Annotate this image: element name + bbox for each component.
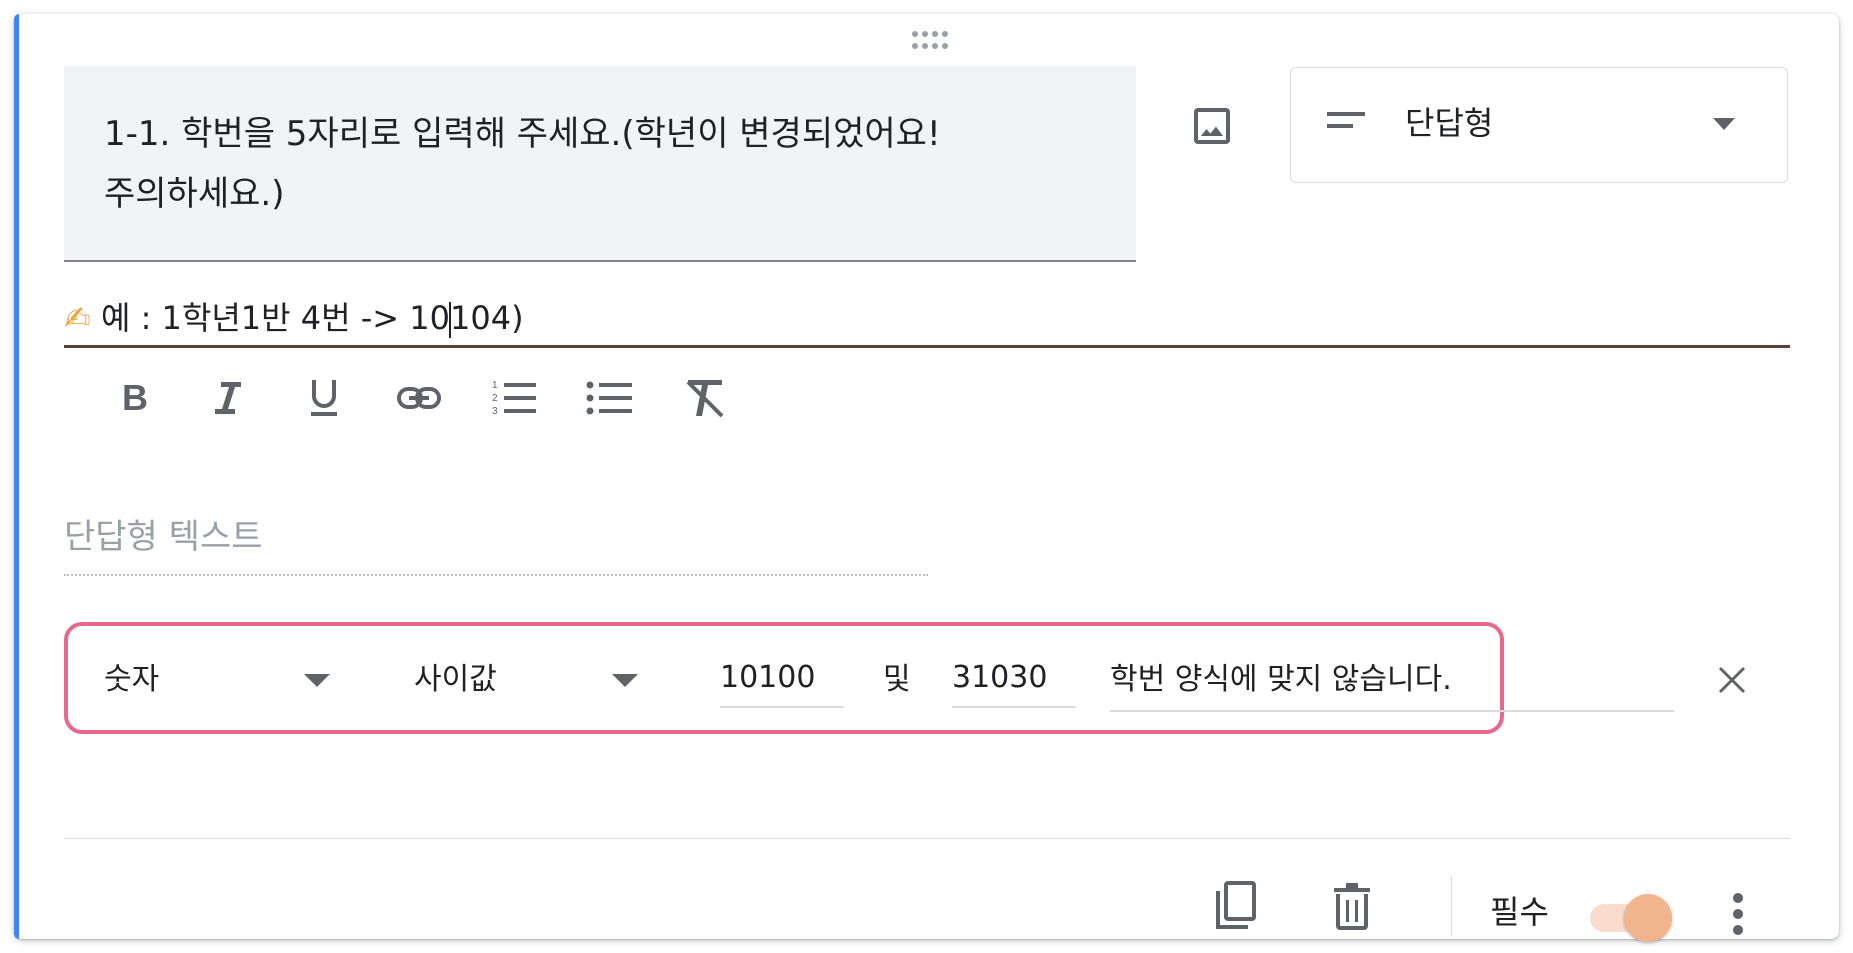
question-title-line-1: 1-1. 학번을 5자리로 입력해 주세요.(학년이 변경되었어요!	[104, 114, 941, 154]
caret-down-icon	[612, 674, 638, 687]
description-text-before-caret: 예 : 1학년1반 4번 -> 10	[100, 299, 450, 337]
validation-and-label: 및	[883, 662, 911, 697]
required-label: 필수	[1490, 893, 1549, 931]
svg-text:B: B	[122, 380, 148, 416]
caret-down-icon	[304, 674, 330, 687]
numbered-list-icon: 1 2 3	[492, 380, 536, 417]
link-icon	[396, 387, 441, 409]
italic-button[interactable]	[181, 368, 276, 428]
validation-min-input[interactable]: 10100	[720, 656, 844, 708]
validation-error-text-input[interactable]: 학번 양식에 맞지 않습니다.	[1110, 652, 1674, 712]
italic-icon	[214, 382, 241, 414]
question-type-label: 단답형	[1405, 104, 1494, 142]
bold-icon: B	[122, 380, 148, 416]
toggle-thumb	[1624, 894, 1672, 942]
drag-handle-icon[interactable]	[909, 28, 949, 52]
duplicate-button[interactable]	[1206, 876, 1266, 936]
bulleted-list-button[interactable]	[561, 368, 656, 428]
svg-text:1: 1	[492, 380, 498, 391]
close-icon	[1718, 666, 1746, 694]
question-title: 1-1. 학번을 5자리로 입력해 주세요.(학년이 변경되었어요! 주의하세요…	[104, 104, 1104, 224]
short-answer-placeholder: 단답형 텍스트	[64, 512, 928, 576]
question-title-line-2: 주의하세요.)	[104, 174, 285, 214]
writing-hand-emoji: ✍	[64, 299, 91, 337]
more-vert-icon	[1733, 893, 1743, 935]
validation-condition-dropdown[interactable]: 사이값	[414, 626, 654, 730]
bulleted-list-icon	[586, 381, 632, 415]
required-toggle[interactable]	[1588, 890, 1678, 942]
footer-divider	[64, 838, 1790, 839]
bold-button[interactable]: B	[86, 368, 181, 428]
svg-text:3: 3	[492, 406, 498, 417]
svg-text:2: 2	[492, 393, 498, 404]
remove-validation-button[interactable]	[1712, 660, 1752, 700]
underline-button[interactable]	[276, 368, 371, 428]
question-title-field[interactable]: 1-1. 학번을 5자리로 입력해 주세요.(학년이 변경되었어요! 주의하세요…	[64, 66, 1136, 262]
page: 1-1. 학번을 5자리로 입력해 주세요.(학년이 변경되었어요! 주의하세요…	[0, 0, 1853, 953]
format-toolbar: B 1 2 3	[86, 368, 751, 428]
clear-format-button[interactable]	[656, 368, 751, 428]
add-image-button[interactable]	[1182, 96, 1242, 156]
clear-format-icon	[686, 380, 723, 418]
short-answer-icon	[1327, 112, 1365, 128]
validation-max-input[interactable]: 31030	[952, 656, 1076, 708]
underline-icon	[310, 380, 337, 416]
trash-icon	[1334, 883, 1370, 930]
validation-condition-label: 사이값	[414, 662, 497, 697]
footer-vertical-divider	[1451, 876, 1452, 936]
more-options-button[interactable]	[1720, 886, 1756, 942]
caret-down-icon	[1713, 118, 1735, 130]
description-field[interactable]: ✍ 예 : 1학년1반 4번 -> 10104)	[64, 292, 1790, 348]
description-text-after-caret: 104)	[449, 299, 524, 337]
active-accent-bar	[14, 14, 19, 939]
question-type-dropdown[interactable]: 단답형	[1290, 67, 1788, 183]
numbered-list-button[interactable]: 1 2 3	[466, 368, 561, 428]
link-button[interactable]	[371, 368, 466, 428]
duplicate-icon	[1216, 881, 1256, 929]
delete-button[interactable]	[1322, 876, 1382, 936]
image-icon	[1194, 108, 1230, 144]
validation-type-dropdown[interactable]: 숫자	[104, 626, 344, 730]
validation-type-label: 숫자	[104, 662, 160, 697]
